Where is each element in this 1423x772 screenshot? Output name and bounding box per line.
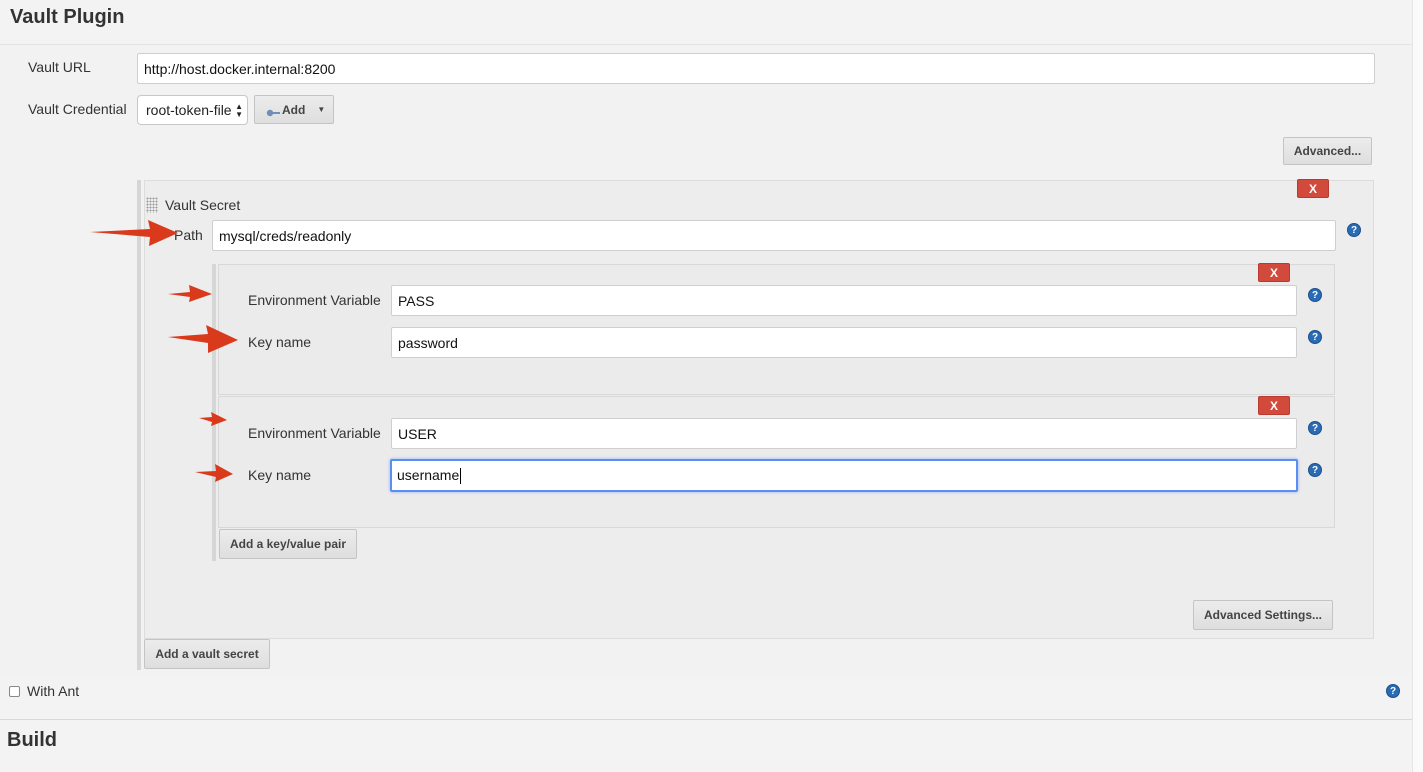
annotation-arrow-env-2 [199, 412, 227, 426]
annotation-arrow-key-2 [195, 464, 233, 482]
annotation-arrow-path [90, 220, 178, 246]
annotation-arrow-key-1 [168, 325, 238, 353]
annotation-arrow-env-1 [168, 285, 212, 302]
annotation-arrows [90, 220, 238, 482]
